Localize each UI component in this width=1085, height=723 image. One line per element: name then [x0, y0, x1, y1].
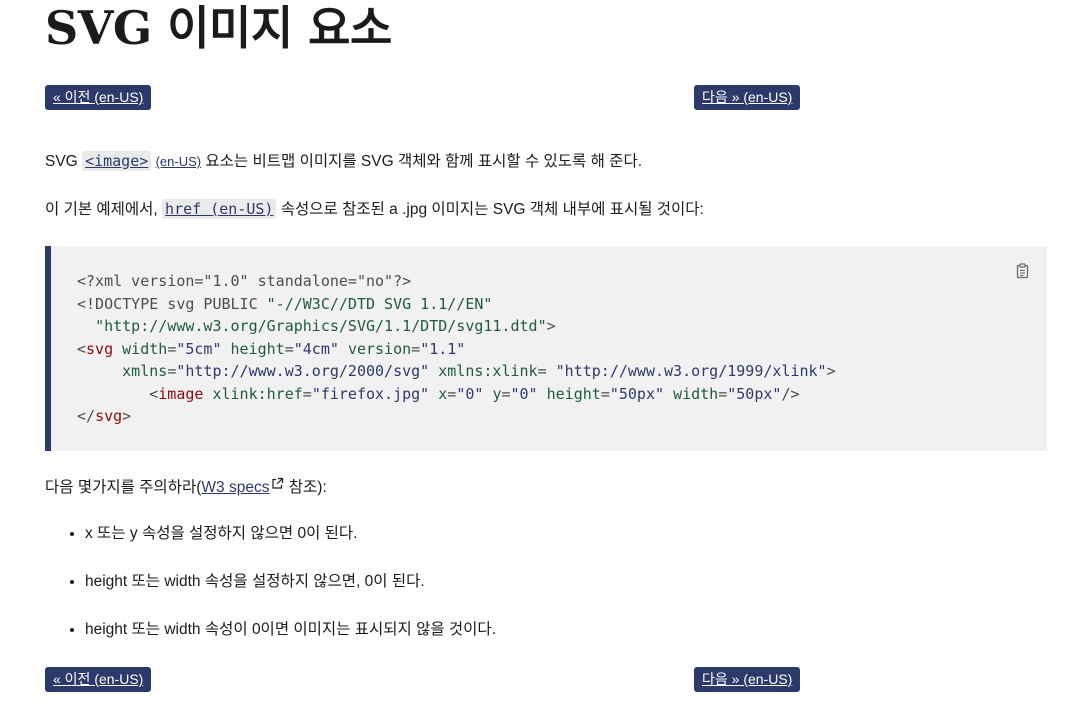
code-attr-version: version: [347, 339, 412, 358]
notes-intro: 다음 몇가지를 주의하라(W3 specs 참조):: [45, 474, 327, 500]
code-doctype-public: "-//W3C//DTD SVG 1.1//EN": [266, 294, 493, 313]
w3-specs-link[interactable]: W3 specs: [201, 479, 269, 496]
next-button-bottom[interactable]: 다음 » (en-US): [694, 667, 801, 692]
code-xml-declaration: <?xml version="1.0" standalone="no"?>: [77, 272, 412, 290]
code-val-href: "firefox.jpg": [311, 384, 430, 403]
code-attr-xmlns: xmlns: [122, 362, 168, 380]
code-val-y: "0": [510, 384, 538, 403]
page-title: SVG 이미지 요소: [45, 1, 392, 55]
code-doctype-start: <!DOCTYPE svg PUBLIC: [77, 294, 267, 313]
intro-text-before: SVG: [45, 153, 83, 170]
intro-text-after: 요소는 비트맵 이미지를 SVG 객체와 함께 표시할 수 있도록 해 준다.: [201, 153, 643, 170]
code-val-img-height: "50px": [609, 384, 665, 403]
code-block: <?xml version="1.0" standalone="no"?> <!…: [77, 272, 836, 425]
code-attr-img-height: height: [546, 384, 601, 403]
href-attribute-link[interactable]: href (en-US): [162, 199, 277, 219]
code-svg-tag: svg: [86, 339, 114, 358]
code-val-x: "0": [456, 384, 484, 403]
list-item: height 또는 width 속성을 설정하지 않으면, 0이 된다.: [85, 570, 496, 594]
prev-button-top[interactable]: « 이전 (en-US): [45, 85, 152, 110]
image-element-link[interactable]: <image>: [82, 151, 152, 171]
list-item: height 또는 width 속성이 0이면 이미지는 표시되지 않을 것이다…: [85, 618, 496, 642]
code-val-height: "4cm": [293, 339, 339, 358]
code-attr-img-width: width: [673, 384, 719, 403]
code-val-xmlns: "http://www.w3.org/2000/svg": [176, 362, 430, 380]
code-doctype-end: >: [546, 317, 556, 335]
code-attr-href: xlink:href: [212, 384, 303, 403]
code-svg-close-tag: svg: [95, 407, 123, 425]
code-doctype-system: "http://www.w3.org/Graphics/SVG/1.1/DTD/…: [95, 317, 547, 335]
clipboard-icon[interactable]: [1015, 263, 1031, 279]
list-item: x 또는 y 속성을 설정하지 않으면 0이 된다.: [85, 522, 496, 546]
notes-list: x 또는 y 속성을 설정하지 않으면 0이 된다. height 또는 wid…: [45, 522, 496, 666]
notes-intro-before: 다음 몇가지를 주의하라(: [45, 479, 202, 496]
code-example: <?xml version="1.0" standalone="no"?> <!…: [45, 246, 1047, 451]
code-val-version: "1.1": [420, 339, 466, 358]
image-locale-link[interactable]: (en-US): [156, 154, 202, 169]
code-val-width: "5cm": [176, 339, 222, 358]
external-link-icon: [271, 474, 284, 489]
code-attr-width: width: [122, 339, 168, 358]
prev-button-bottom[interactable]: « 이전 (en-US): [45, 667, 152, 692]
example-paragraph: 이 기본 예제에서, href (en-US) 속성으로 참조된 a .jpg …: [45, 197, 704, 222]
code-attr-height: height: [230, 339, 285, 358]
code-attr-x: x: [438, 384, 448, 403]
code-val-xlink: "http://www.w3.org/1999/xlink": [555, 362, 827, 380]
code-attr-xlink: xmlns:xlink: [438, 362, 538, 380]
code-val-img-width: "50px": [727, 384, 782, 403]
intro-paragraph: SVG <image> (en-US) 요소는 비트맵 이미지를 SVG 객체와…: [45, 149, 642, 174]
next-button-top[interactable]: 다음 » (en-US): [694, 85, 801, 110]
code-image-tag: image: [158, 384, 204, 403]
notes-intro-after: 참조):: [284, 479, 327, 496]
example-text-after: 속성으로 참조된 a .jpg 이미지는 SVG 객체 내부에 표시될 것이다:: [276, 201, 704, 218]
example-text-before: 이 기본 예제에서,: [45, 201, 163, 218]
